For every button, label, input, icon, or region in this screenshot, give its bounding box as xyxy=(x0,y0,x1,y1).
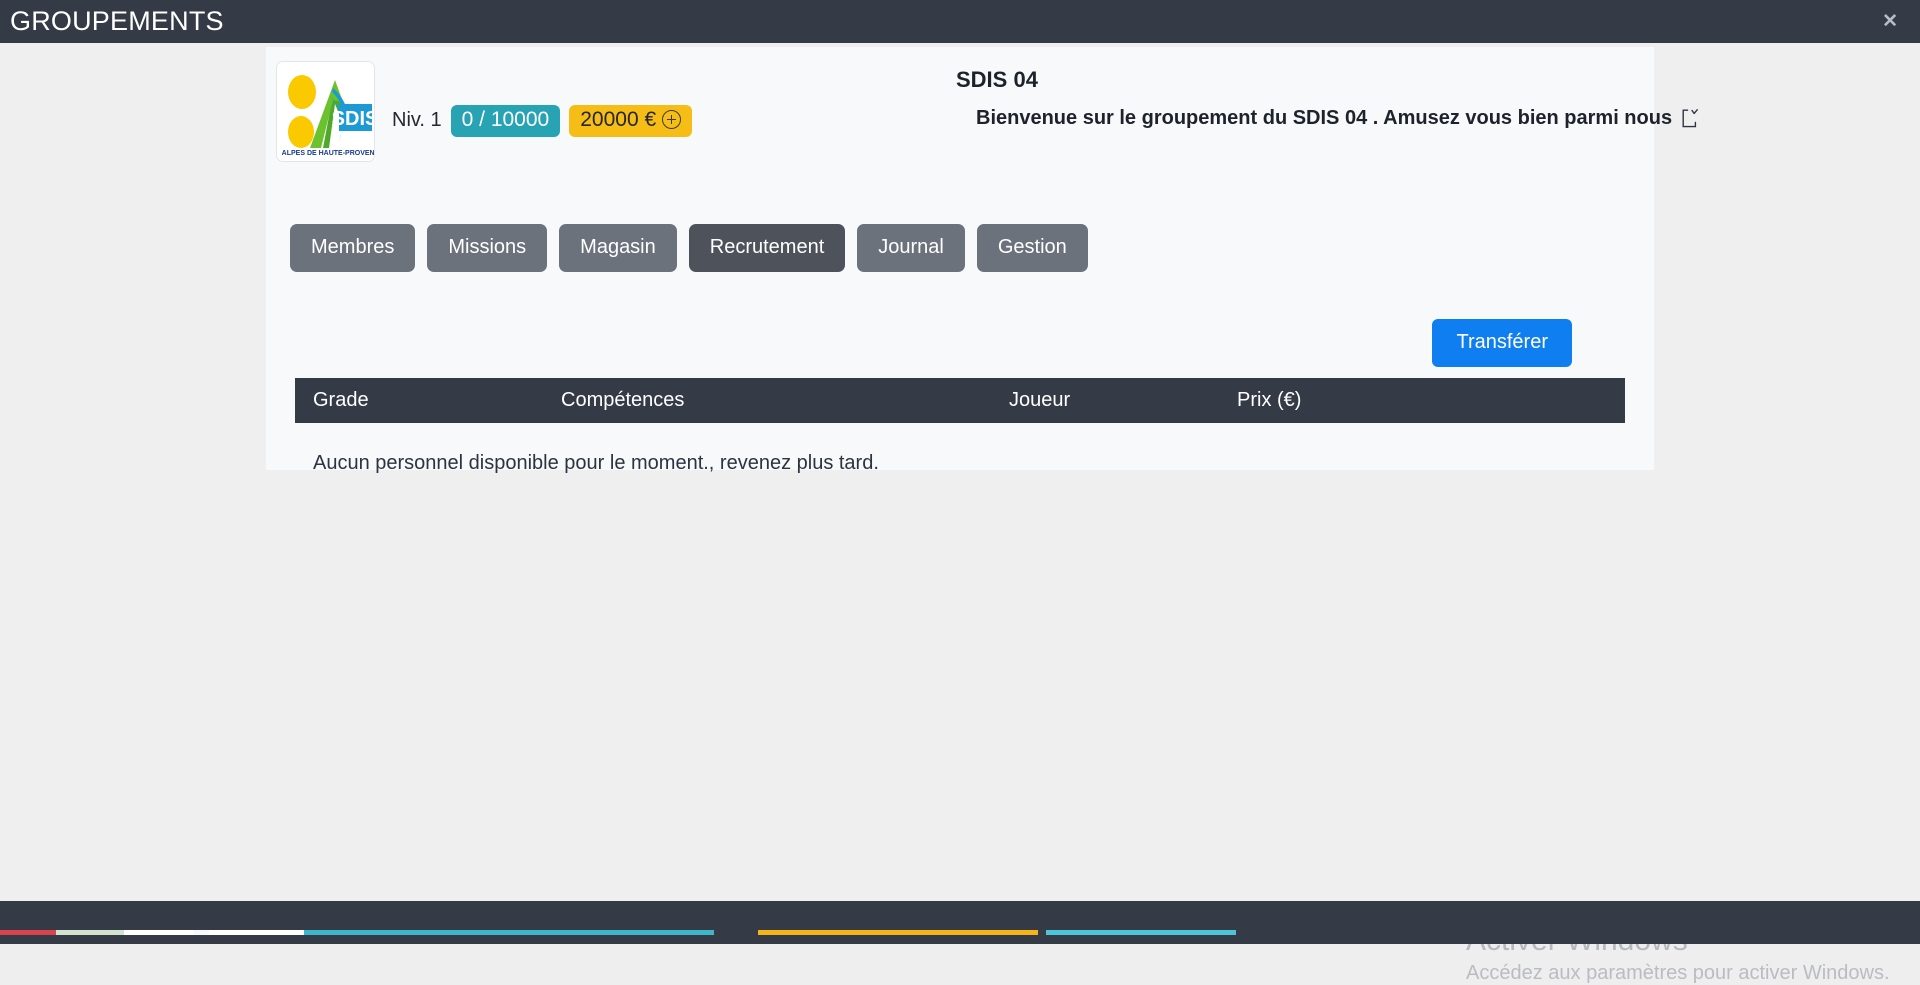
nav-tab-missions[interactable]: Missions xyxy=(427,224,548,272)
svg-text:ALPES DE HAUTE-PROVENCE: ALPES DE HAUTE-PROVENCE xyxy=(282,150,375,157)
taskbar-color-strip xyxy=(0,930,1236,935)
table-header-prix: Prix (€) xyxy=(1237,389,1302,411)
groupement-nav: Membres Missions Magasin Recrutement Jou… xyxy=(290,224,1088,272)
window-titlebar: GROUPEMENTS ✕ xyxy=(0,0,1920,43)
taskbar-segment xyxy=(0,930,56,935)
page-body: SDIS ALPES DE HAUTE-PROVENCE Niv. 1 0 / … xyxy=(0,43,1920,984)
taskbar-segment xyxy=(1038,930,1046,935)
taskbar xyxy=(0,901,1920,944)
svg-text:SDIS: SDIS xyxy=(332,108,375,130)
taskbar-segment xyxy=(56,930,124,935)
level-stats: Niv. 1 0 / 10000 20000 € xyxy=(392,105,693,137)
taskbar-segment xyxy=(124,930,194,935)
xp-badge: 0 / 10000 xyxy=(450,105,561,137)
taskbar-segment xyxy=(714,930,758,935)
money-amount: 20000 € xyxy=(580,108,657,131)
window-title: GROUPEMENTS xyxy=(10,6,224,36)
nav-tab-magasin[interactable]: Magasin xyxy=(559,224,677,272)
close-icon[interactable]: ✕ xyxy=(1878,9,1902,34)
table-header-competences: Compétences xyxy=(561,389,685,411)
table-header-grade: Grade xyxy=(313,389,369,411)
card-header: SDIS ALPES DE HAUTE-PROVENCE Niv. 1 0 / … xyxy=(266,47,1698,167)
taskbar-segment xyxy=(1046,930,1236,935)
copy-icon[interactable] xyxy=(1682,109,1698,128)
groupement-name: SDIS 04 xyxy=(956,67,1038,92)
transfer-button[interactable]: Transférer xyxy=(1432,319,1572,367)
groupement-logo: SDIS ALPES DE HAUTE-PROVENCE xyxy=(276,61,375,162)
level-label: Niv. 1 xyxy=(392,109,442,132)
table-empty-message: Aucun personnel disponible pour le momen… xyxy=(313,452,879,474)
recruitment-table: Grade Compétences Joueur Prix (€) Aucun … xyxy=(295,378,1625,475)
nav-tab-journal[interactable]: Journal xyxy=(857,224,965,272)
nav-tab-gestion[interactable]: Gestion xyxy=(976,224,1088,272)
table-header-joueur: Joueur xyxy=(1009,389,1071,411)
taskbar-segment xyxy=(758,930,1038,935)
table-header-row: Grade Compétences Joueur Prix (€) xyxy=(295,378,1625,423)
watermark-subtitle: Accédez aux paramètres pour activer Wind… xyxy=(1466,961,1890,984)
plus-circle-icon[interactable] xyxy=(662,110,682,130)
sdis-logo-icon: SDIS ALPES DE HAUTE-PROVENCE xyxy=(277,62,375,161)
nav-tab-membres[interactable]: Membres xyxy=(290,224,416,272)
welcome-text: Bienvenue sur le groupement du SDIS 04 .… xyxy=(976,107,1673,129)
taskbar-segment xyxy=(304,930,714,935)
taskbar-segment xyxy=(209,930,304,935)
nav-tab-recrutement[interactable]: Recrutement xyxy=(688,224,846,272)
transfer-row: Transférer xyxy=(266,319,1654,367)
groupement-card: SDIS ALPES DE HAUTE-PROVENCE Niv. 1 0 / … xyxy=(266,47,1698,474)
groupement-welcome: Bienvenue sur le groupement du SDIS 04 .… xyxy=(976,107,1698,130)
money-badge[interactable]: 20000 € xyxy=(569,105,693,137)
taskbar-segment xyxy=(194,930,209,935)
